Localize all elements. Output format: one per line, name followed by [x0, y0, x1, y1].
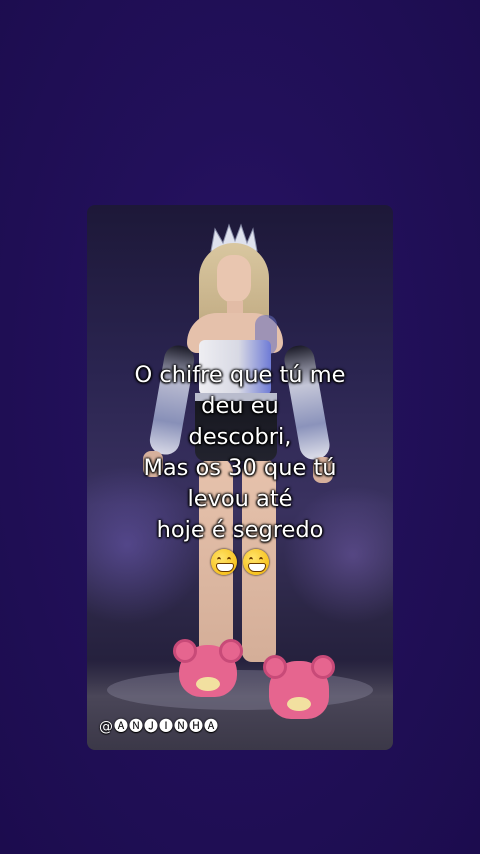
slipper-snout [196, 677, 220, 691]
caption-line: Mas os 30 que tú [143, 455, 337, 481]
caption-line: descobri, [188, 424, 292, 450]
caption-line: O chifre que tú me [134, 362, 346, 388]
slipper-ear [173, 639, 197, 663]
slipper-ear [311, 655, 335, 679]
caption-emoji [87, 546, 393, 576]
caption-line: levou até [187, 486, 293, 512]
video-caption: O chifre que tú me deu eu descobri, Mas … [87, 360, 393, 576]
slipper-ear [263, 655, 287, 679]
grinning-face-icon [211, 549, 237, 575]
slipper-snout [287, 697, 311, 711]
bear-slipper-left [173, 639, 243, 697]
caption-line: deu eu [201, 393, 279, 419]
slipper-ear [219, 639, 243, 663]
creator-watermark: @🅐🅝🅙🅘🅝🅗🅐 [99, 719, 219, 735]
bear-slipper-right [263, 655, 335, 719]
caption-line: hoje é segredo [156, 517, 324, 543]
grinning-face-icon [243, 549, 269, 575]
character-face [217, 255, 251, 303]
